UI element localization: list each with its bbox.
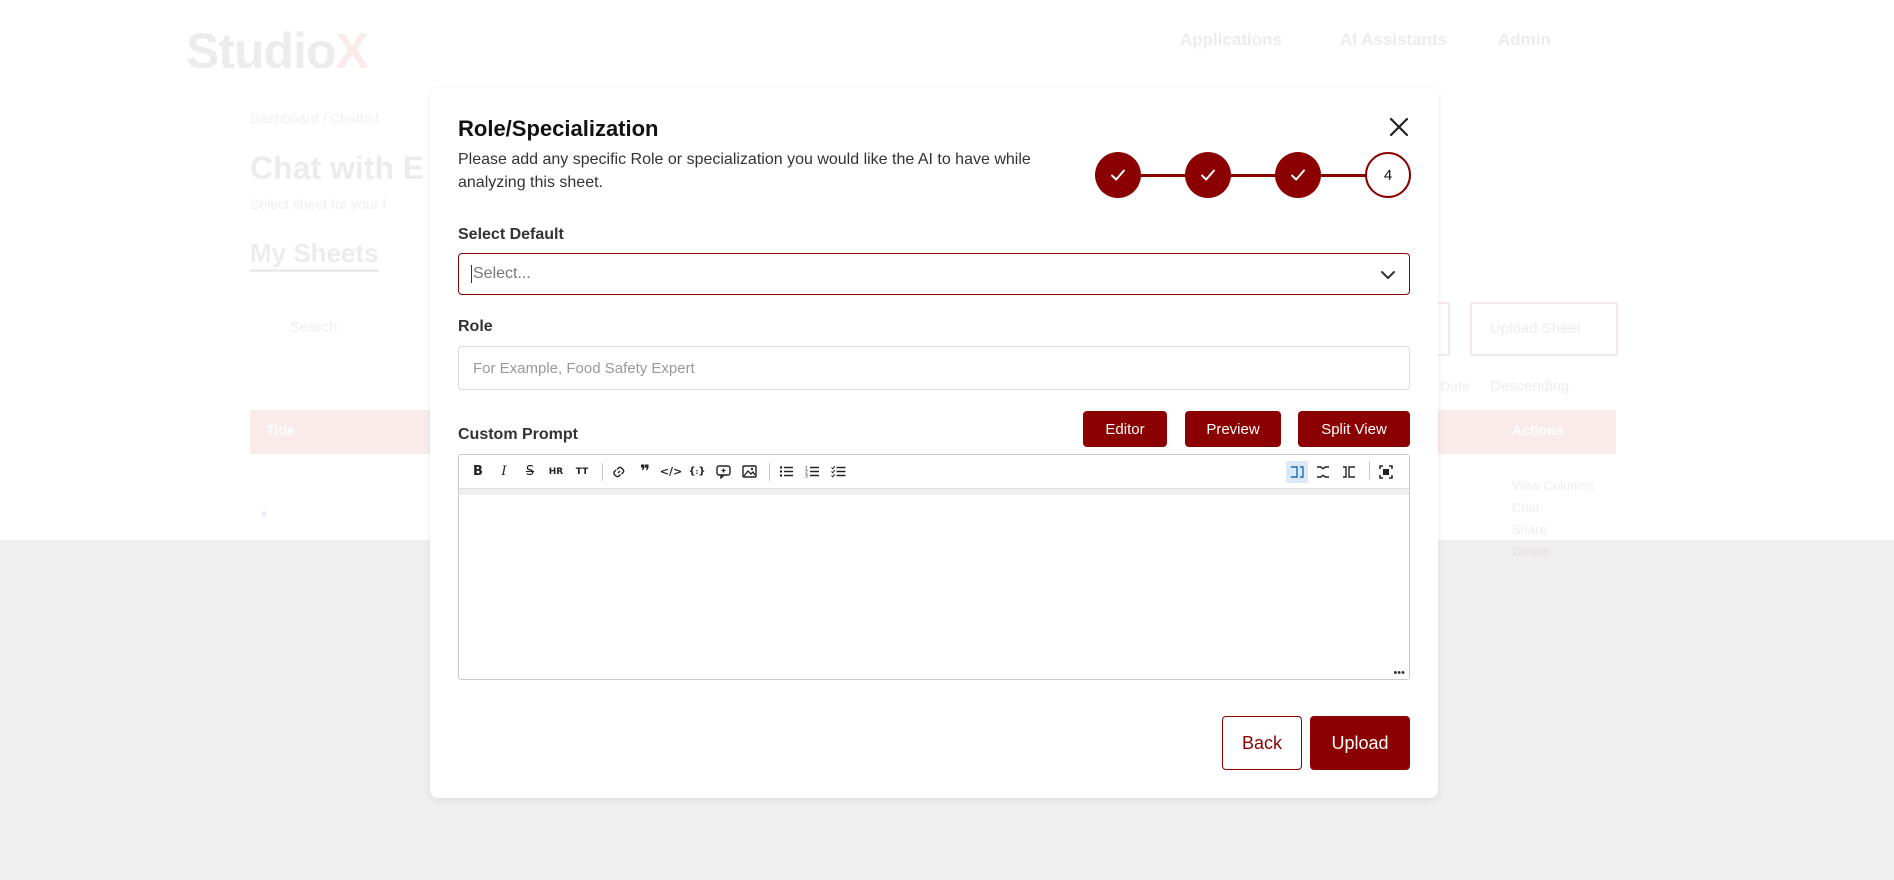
role-input[interactable] — [458, 346, 1410, 390]
editor-toolbar: B I S HR TT ❞ </> {:} 123 — [459, 455, 1409, 489]
image-icon[interactable] — [738, 461, 760, 483]
check-icon — [1291, 169, 1305, 181]
resize-handle-icon[interactable]: ••• — [1393, 667, 1405, 679]
my-sheets-title: My Sheets — [250, 238, 379, 272]
background-action-share: Share — [1512, 522, 1547, 537]
check-icon — [1201, 169, 1215, 181]
code-icon[interactable]: </> — [660, 461, 682, 483]
italic-icon[interactable]: I — [493, 461, 515, 483]
breadcrumb: Dashboard / Chatbot — [250, 110, 380, 126]
toolbar-divider — [1369, 461, 1370, 479]
bold-icon[interactable]: B — [467, 461, 489, 483]
background-search: Search — [290, 319, 338, 336]
edit-mode-icon[interactable] — [1286, 461, 1308, 483]
unordered-list-icon[interactable] — [775, 461, 797, 483]
background-sort-field: Date — [1440, 378, 1470, 394]
ordered-list-icon[interactable]: 123 — [801, 461, 823, 483]
step-1-complete — [1095, 152, 1141, 198]
step-connector — [1135, 174, 1375, 177]
background-row-title: ● — [260, 505, 269, 521]
quote-icon[interactable]: ❞ — [634, 461, 656, 483]
background-col-title: Title — [266, 422, 295, 438]
chevron-down-icon — [1381, 271, 1395, 279]
svg-text:3: 3 — [805, 474, 808, 479]
step-2-complete — [1185, 152, 1231, 198]
back-button[interactable]: Back — [1222, 716, 1302, 770]
nav-ai-assistants: AI Assistants — [1340, 30, 1448, 49]
check-icon — [1111, 169, 1125, 181]
background-page-subtitle: Select sheet for your f — [250, 196, 387, 212]
preview-button[interactable]: Preview — [1185, 411, 1281, 447]
brand-logo: StudioX — [186, 23, 369, 79]
select-default-label: Select Default — [458, 226, 564, 243]
editor-button[interactable]: Editor — [1083, 411, 1167, 447]
background-upload-sheet: Upload Sheet — [1470, 302, 1618, 356]
step-3-complete — [1275, 152, 1321, 198]
preview-mode-icon[interactable] — [1338, 461, 1360, 483]
modal-title: Role/Specialization — [458, 116, 659, 141]
editor-divider — [459, 489, 1409, 495]
select-default-dropdown[interactable]: Select... — [458, 253, 1410, 295]
step-progress: 4 — [1095, 152, 1411, 200]
modal-description: Please add any specific Role or speciali… — [458, 151, 1031, 191]
close-icon[interactable] — [1388, 116, 1410, 138]
upload-button[interactable]: Upload — [1310, 716, 1410, 770]
background-action-chat: Chat — [1512, 500, 1540, 515]
select-placeholder: Select... — [471, 265, 531, 283]
checked-list-icon[interactable] — [827, 461, 849, 483]
background-sort-order: Descending — [1490, 378, 1570, 395]
markdown-editor[interactable]: B I S HR TT ❞ </> {:} 123 ••• — [458, 454, 1410, 680]
toolbar-divider — [769, 462, 770, 481]
code-block-icon[interactable]: {:} — [686, 461, 708, 483]
background-action-view: View Columns — [1512, 478, 1595, 493]
editor-view-controls — [1286, 461, 1401, 483]
split-view-button[interactable]: Split View — [1298, 411, 1410, 447]
step-4-current: 4 — [1365, 152, 1411, 198]
hr-icon[interactable]: HR — [545, 461, 567, 483]
comment-icon[interactable] — [712, 461, 734, 483]
custom-prompt-label: Custom Prompt — [458, 426, 578, 443]
nav-applications: Applications — [1180, 30, 1283, 49]
nav-admin: Admin — [1498, 30, 1551, 49]
background-col-actions: Actions — [1512, 422, 1564, 438]
background-page-title: Chat with E — [250, 150, 425, 186]
title-icon[interactable]: TT — [571, 461, 593, 483]
role-specialization-modal: Role/Specialization Please add any speci… — [430, 88, 1438, 798]
role-label: Role — [458, 318, 493, 335]
background-action-delete: Delete — [1512, 544, 1550, 559]
strikethrough-icon[interactable]: S — [519, 461, 541, 483]
link-icon[interactable] — [608, 461, 630, 483]
toolbar-divider — [602, 462, 603, 481]
live-mode-icon[interactable] — [1312, 461, 1334, 483]
fullscreen-icon[interactable] — [1375, 461, 1397, 483]
